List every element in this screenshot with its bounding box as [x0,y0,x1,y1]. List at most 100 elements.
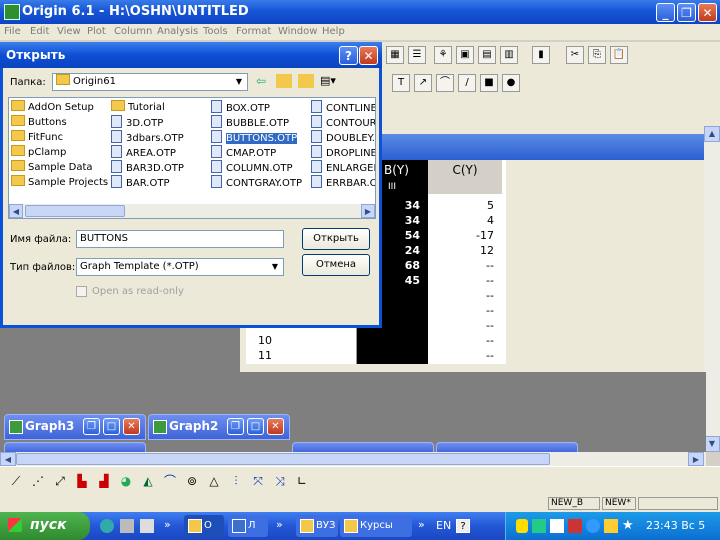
close-icon[interactable]: ✕ [267,418,284,435]
graph2-window[interactable]: Graph2 ❐ □ ✕ [148,414,290,440]
maximize-icon[interactable]: □ [103,418,120,435]
file-item[interactable]: BAR3D.OTP [111,160,184,174]
task-origin[interactable]: O [184,515,224,537]
menu-column[interactable]: Column [114,26,152,37]
row-label-10[interactable]: 10 [246,333,284,348]
close-icon[interactable]: ✕ [123,418,140,435]
view-menu-icon[interactable]: ▤▾ [320,74,340,88]
task-chevron-icon[interactable]: » [418,518,425,531]
workspace-hscroll[interactable]: ◀ ▶ [0,452,706,466]
file-item[interactable]: CONTLINE. [311,100,375,114]
menu-format[interactable]: Format [236,26,271,37]
cell-c5[interactable]: -- [428,258,502,273]
file-item[interactable]: 3dbars.OTP [111,130,184,144]
file-item[interactable]: CMAP.OTP [211,145,276,159]
cell-c1[interactable]: 5 [428,198,502,213]
pie-chart-icon[interactable]: ◕ [116,471,136,491]
flag-icon[interactable] [568,519,582,533]
file-item[interactable]: BOX.OTP [211,100,270,114]
file-item[interactable]: AREA.OTP [111,145,176,159]
cell-c8[interactable]: -- [428,303,502,318]
new-folder-icon[interactable] [298,74,314,88]
cell-c3[interactable]: -17 [428,228,502,243]
line-symbol-icon[interactable]: ⤢ [50,471,70,491]
restore-icon[interactable]: ❐ [83,418,100,435]
shield-icon[interactable] [516,519,528,533]
scroll-right-icon[interactable]: ▶ [688,452,704,466]
restore-icon[interactable]: ❐ [677,3,696,22]
maximize-icon[interactable]: □ [247,418,264,435]
cell-c2[interactable]: 4 [428,213,502,228]
template-icon[interactable]: ∟ [292,471,312,491]
file-item[interactable]: CONTGRAY.OTP [211,175,302,189]
menu-window[interactable]: Window [278,26,317,37]
list-icon[interactable]: ☰ [408,46,426,64]
keyboard-icon[interactable] [476,519,490,533]
star-icon[interactable]: ★ [622,519,636,533]
menu-tools[interactable]: Tools [203,26,228,37]
graph3-window[interactable]: Graph3 ❐ □ ✕ [4,414,146,440]
ternary-plot-icon[interactable]: △ [204,471,224,491]
table-icon[interactable]: ▤ [478,46,496,64]
file-item[interactable]: COLUMN.OTP [211,160,293,174]
help-icon[interactable]: ? [339,46,358,65]
file-item[interactable]: Tutorial [111,100,165,114]
task-folder-kursy[interactable]: Курсы [340,515,412,537]
back-icon[interactable]: ⇦ [256,74,266,88]
task-word[interactable]: Л [228,515,268,537]
menu-help[interactable]: Help [322,26,345,37]
menu-edit[interactable]: Edit [30,26,49,37]
restore-icon[interactable]: ❐ [227,418,244,435]
file-item[interactable]: Sample Projects [11,175,108,189]
minimize-icon[interactable]: _ [656,3,675,22]
menu-view[interactable]: View [57,26,81,37]
workspace-vscroll[interactable]: ▲ ▼ [704,126,720,452]
close-icon[interactable]: ✕ [698,3,717,22]
start-button[interactable]: пуск [0,512,90,540]
file-item[interactable]: BAR.OTP [111,175,169,189]
file-item[interactable]: ERRBAR.O [311,175,375,189]
scatter-plot-icon[interactable]: ⋰ [28,471,48,491]
chevron-down-icon[interactable]: ▼ [233,75,245,89]
tray-icon-2[interactable] [532,519,546,533]
scroll-down-icon[interactable]: ▼ [704,436,720,452]
cell-c9[interactable]: -- [428,318,502,333]
up-folder-icon[interactable] [276,74,292,88]
task-chevron-icon[interactable]: » [276,518,283,531]
menu-analysis[interactable]: Analysis [157,26,198,37]
chevron-down-icon[interactable]: ▼ [269,260,281,274]
clock[interactable]: 23:43 Вс 5 [646,519,705,532]
filename-input[interactable]: BUTTONS [76,230,284,248]
circle-tool-icon[interactable]: ● [502,74,520,92]
file-item[interactable]: FitFunc [11,130,63,144]
box-chart-icon[interactable]: ⤨ [270,471,290,491]
file-item[interactable]: DROPLINE. [311,145,375,159]
tray-icon-3[interactable] [550,519,564,533]
vector-plot-icon[interactable]: ⤧ [248,471,268,491]
rect-tool-icon[interactable]: ■ [480,74,498,92]
quicklaunch-chevron-icon[interactable]: » [164,518,171,531]
line-plot-icon[interactable]: ⟋ [6,471,26,491]
close-icon[interactable]: ✕ [359,46,378,65]
row-label-11[interactable]: 11 [246,348,284,363]
layout-icon[interactable]: ▦ [386,46,404,64]
stock-plot-icon[interactable]: ⫶ [226,471,246,491]
speaker-icon[interactable] [604,519,618,533]
fill-area-icon[interactable]: ⌒ [160,471,180,491]
menu-file[interactable]: File [4,26,21,37]
scroll-up-icon[interactable]: ▲ [704,126,720,142]
lookin-select[interactable]: Origin61 ▼ [52,73,248,91]
dialog-titlebar[interactable]: Открыть ? ✕ [0,42,382,68]
task-folder-vuz[interactable]: ВУЗ [296,515,338,537]
scroll-left-icon[interactable]: ◀ [0,452,16,466]
quicklaunch-ie-icon[interactable] [100,519,114,533]
file-item[interactable]: Sample Data [11,160,93,174]
polar-plot-icon[interactable]: ⊚ [182,471,202,491]
hscroll-thumb[interactable] [16,453,550,465]
language-indicator[interactable]: EN [436,519,451,532]
line-tool-icon[interactable]: / [458,74,476,92]
hscroll-thumb[interactable] [25,205,125,217]
marker-icon[interactable]: ▮ [532,46,550,64]
file-list[interactable]: AddOn Setup Buttons FitFunc pClamp Sampl… [8,97,376,219]
file-item[interactable]: BUBBLE.OTP [211,115,289,129]
